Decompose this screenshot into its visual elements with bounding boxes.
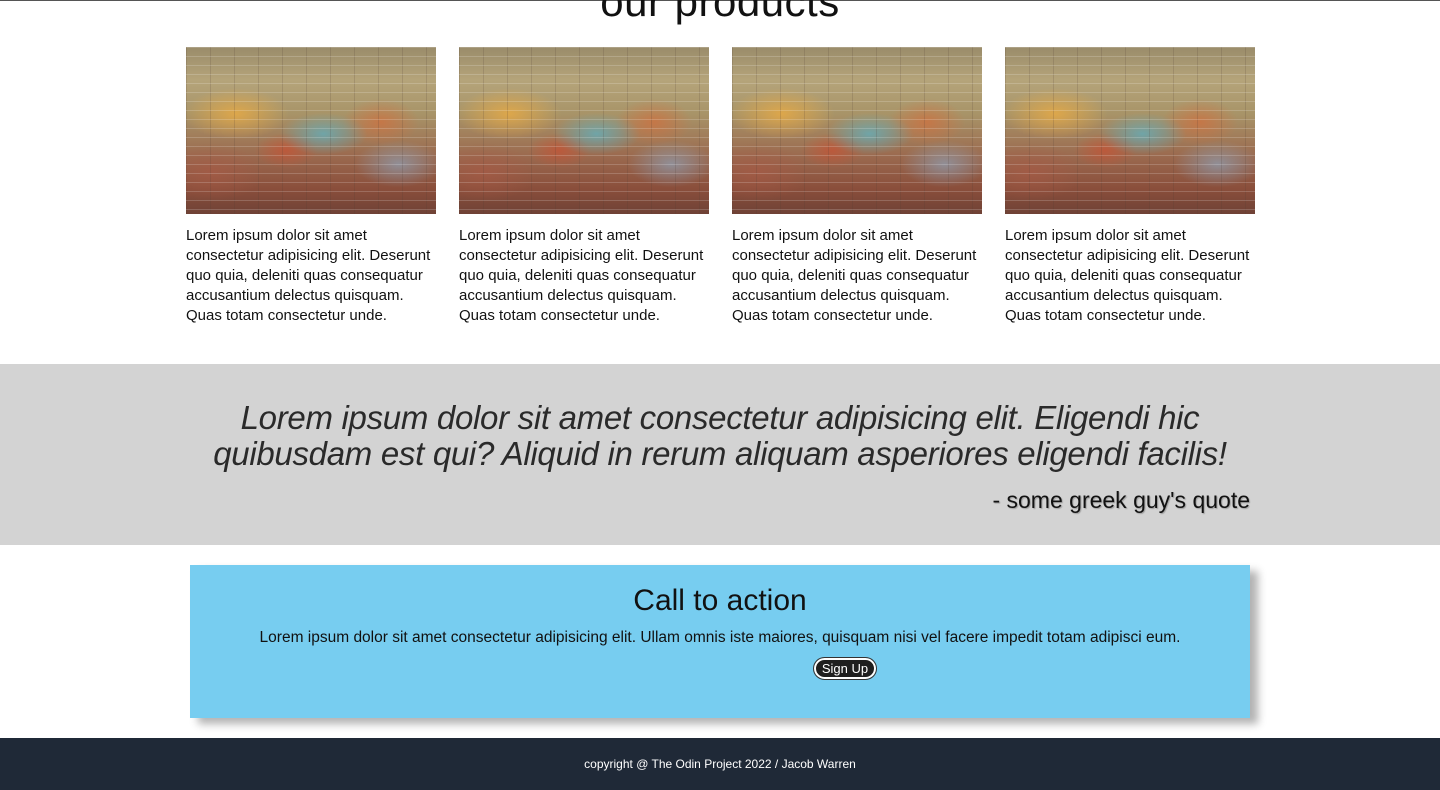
quote-text: Lorem ipsum dolor sit amet consectetur a…: [213, 399, 1227, 472]
product-image: [732, 47, 982, 214]
product-description: Lorem ipsum dolor sit amet consectetur a…: [1005, 227, 1250, 324]
product-image: [1005, 47, 1255, 214]
product-card: Lorem ipsum dolor sit amet consectetur a…: [732, 47, 982, 326]
product-description: Lorem ipsum dolor sit amet consectetur a…: [459, 227, 704, 324]
product-card: Lorem ipsum dolor sit amet consectetur a…: [459, 47, 709, 326]
product-description: Lorem ipsum dolor sit amet consectetur a…: [186, 227, 431, 324]
quote-section: Lorem ipsum dolor sit amet consectetur a…: [0, 364, 1440, 545]
footer: copyright @ The Odin Project 2022 / Jaco…: [0, 738, 1440, 790]
products-heading: our products: [600, 0, 840, 25]
products-grid: Lorem ipsum dolor sit amet consectetur a…: [186, 47, 1255, 326]
cta-text: Lorem ipsum dolor sit amet consectetur a…: [259, 629, 1181, 646]
footer-copyright: copyright @ The Odin Project 2022 / Jaco…: [584, 757, 856, 771]
product-image: [459, 47, 709, 214]
sign-up-button[interactable]: Sign Up: [812, 657, 878, 680]
product-card: Lorem ipsum dolor sit amet consectetur a…: [1005, 47, 1255, 326]
product-card: Lorem ipsum dolor sit amet consectetur a…: [186, 47, 436, 326]
product-image: [186, 47, 436, 214]
product-description: Lorem ipsum dolor sit amet consectetur a…: [732, 227, 977, 324]
cta-title: Call to action: [633, 584, 807, 617]
call-to-action-box: Call to action Lorem ipsum dolor sit ame…: [190, 565, 1250, 718]
quote-author: - some greek guy's quote: [992, 487, 1250, 513]
